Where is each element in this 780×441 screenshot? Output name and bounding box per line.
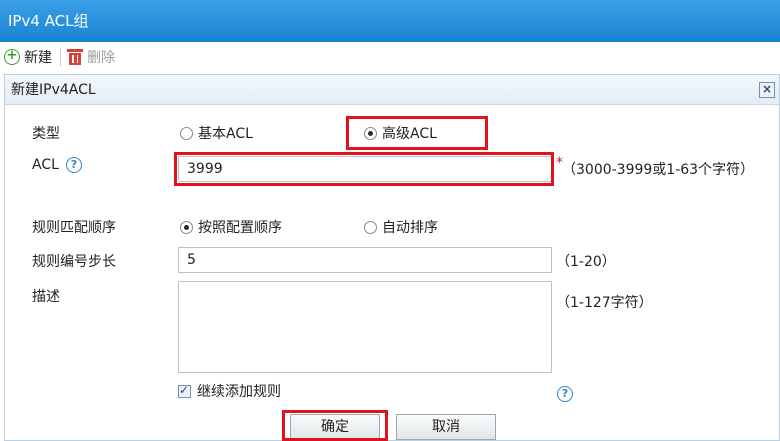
continue-add-checkbox[interactable]: 继续添加规则 [178, 381, 281, 401]
description-textarea[interactable] [178, 281, 552, 373]
help-icon[interactable]: ? [557, 386, 573, 402]
window-title: IPv4 ACL组 [0, 0, 780, 42]
continue-add-label: 继续添加规则 [197, 384, 281, 400]
new-button[interactable]: + 新建 [0, 43, 58, 71]
help-icon[interactable]: ? [66, 157, 82, 173]
trash-icon [67, 48, 83, 66]
continue-add-checkbox-control[interactable] [178, 383, 191, 398]
radio-auto-order-control[interactable] [364, 220, 377, 234]
highlight-advanced-acl [346, 116, 488, 150]
toolbar-divider [60, 48, 61, 66]
radio-basic-acl-label: 基本ACL [198, 126, 253, 142]
radio-basic-acl[interactable]: 基本ACL [180, 123, 253, 143]
delete-button-label: 删除 [87, 50, 115, 66]
radio-config-order-control[interactable] [180, 220, 193, 234]
plus-circle-icon: + [4, 49, 20, 65]
new-button-label: 新建 [24, 50, 52, 66]
step-label: 规则编号步长 [32, 254, 116, 270]
toolbar: + 新建 删除 [0, 42, 780, 72]
highlight-ok-button [282, 410, 388, 441]
description-label: 描述 [32, 289, 60, 305]
acl-label: ACL [32, 157, 59, 173]
dialog-title: 新建IPv4ACL [11, 82, 96, 98]
match-order-label: 规则匹配顺序 [32, 220, 116, 236]
delete-button[interactable]: 删除 [63, 43, 121, 71]
description-hint: （1-127字符） [556, 295, 653, 311]
radio-config-order[interactable]: 按照配置顺序 [180, 217, 282, 237]
dialog-header: 新建IPv4ACL × [5, 75, 779, 105]
type-label: 类型 [32, 126, 60, 142]
highlight-acl-input [174, 152, 554, 186]
acl-hint: （3000-3999或1-63个字符） [562, 162, 755, 178]
cancel-button[interactable]: 取消 [396, 414, 496, 440]
step-input[interactable] [178, 247, 552, 273]
radio-auto-order-label: 自动排序 [382, 220, 438, 236]
step-hint: （1-20） [556, 254, 616, 270]
radio-auto-order[interactable]: 自动排序 [364, 217, 438, 237]
radio-basic-acl-control[interactable] [180, 126, 193, 140]
close-icon[interactable]: × [759, 82, 775, 98]
radio-config-order-label: 按照配置顺序 [198, 220, 282, 236]
